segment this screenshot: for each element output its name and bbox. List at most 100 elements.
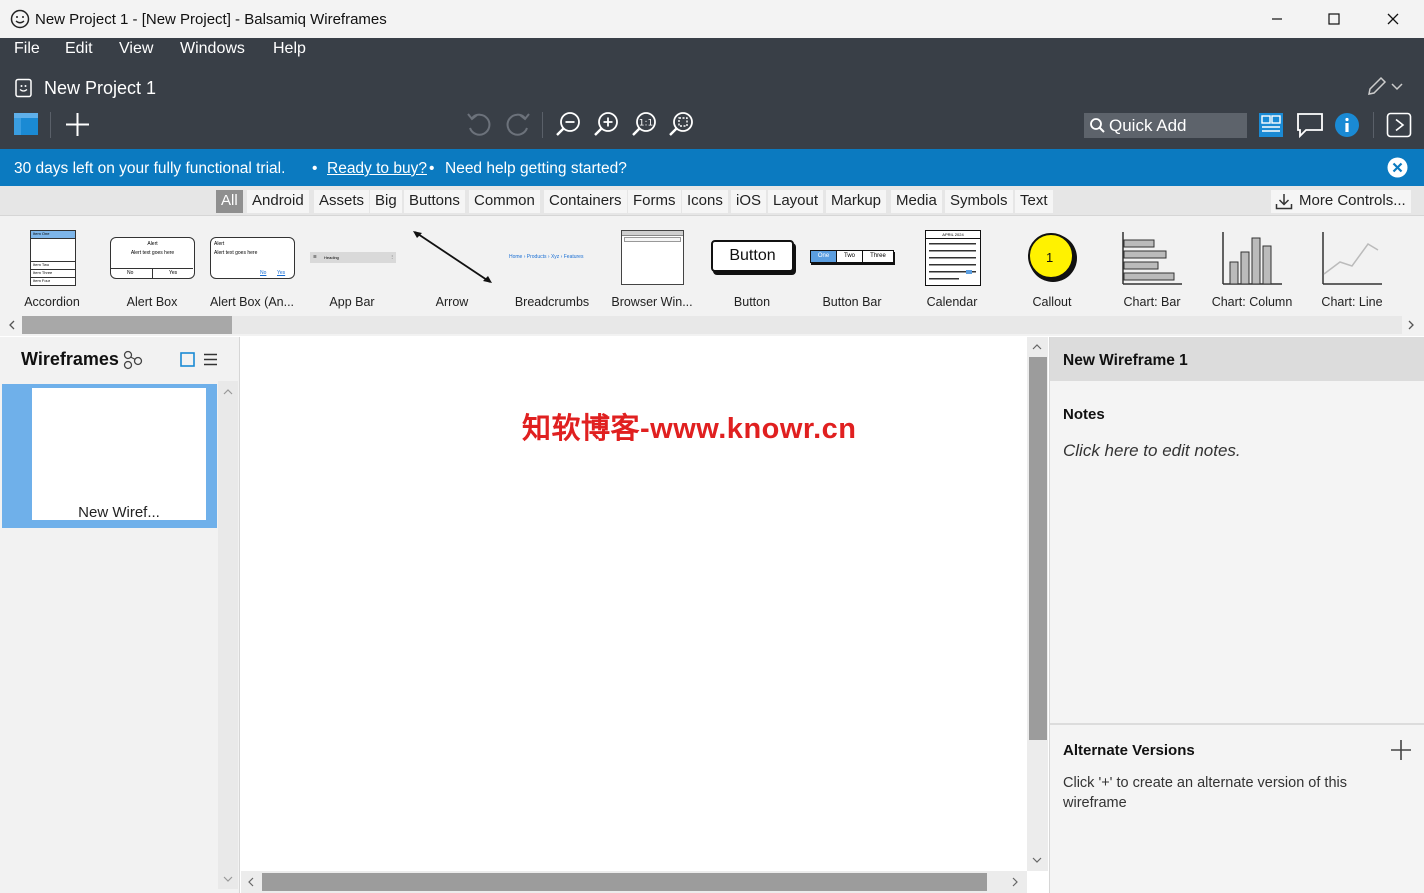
window-title: New Project 1 - [New Project] - Balsamiq… xyxy=(35,11,387,28)
accordion-item-label: Item Three xyxy=(31,270,75,278)
component-browser-window[interactable]: Browser Win... xyxy=(602,216,702,316)
button-preview: Button xyxy=(711,240,794,272)
close-banner-icon[interactable] xyxy=(1387,157,1408,178)
alert-box-android-preview: Alert Alert text goes here No Yes xyxy=(210,237,295,279)
properties-header: New Wireframe 1 xyxy=(1050,337,1424,381)
alert-text: Alert text goes here xyxy=(214,250,258,256)
maximize-button[interactable] xyxy=(1305,0,1363,38)
component-label: App Bar xyxy=(329,295,375,309)
undo-icon[interactable] xyxy=(464,110,494,140)
category-all[interactable]: All xyxy=(216,190,243,213)
add-alternate-icon[interactable] xyxy=(1390,739,1412,761)
component-breadcrumbs[interactable]: Home › Products › Xyz › Features Breadcr… xyxy=(502,216,602,316)
thumbnail-view-icon[interactable] xyxy=(180,352,195,367)
zoom-fit-icon[interactable] xyxy=(667,110,695,138)
menu-windows[interactable]: Windows xyxy=(180,40,245,58)
menu-view[interactable]: View xyxy=(119,40,153,58)
canvas-horizontal-scrollbar-thumb[interactable] xyxy=(262,873,987,891)
accordion-preview: Item One Item Two Item Three Item Four xyxy=(30,230,76,286)
component-accordion[interactable]: Item One Item Two Item Three Item Four A… xyxy=(2,216,102,316)
menu-edit[interactable]: Edit xyxy=(65,40,93,58)
scroll-down-icon[interactable] xyxy=(223,875,233,883)
zoom-out-icon[interactable] xyxy=(554,110,582,138)
component-calendar[interactable]: APRIL 2024 Calendar xyxy=(902,216,1002,316)
close-window-button[interactable] xyxy=(1364,0,1422,38)
component-arrow[interactable]: Arrow xyxy=(402,216,502,316)
category-android[interactable]: Android xyxy=(247,190,309,213)
project-icon xyxy=(15,78,32,98)
library-scrollbar-thumb[interactable] xyxy=(22,316,232,334)
link-tree-icon[interactable] xyxy=(122,350,144,370)
more-controls-button[interactable]: More Controls... xyxy=(1271,190,1411,213)
wireframe-name[interactable]: New Wireframe 1 xyxy=(1063,352,1188,370)
edit-project-icon[interactable] xyxy=(1366,76,1406,98)
category-forms[interactable]: Forms xyxy=(628,190,681,213)
category-big[interactable]: Big xyxy=(370,190,402,213)
list-view-icon[interactable] xyxy=(203,352,218,367)
wireframes-scrollbar[interactable] xyxy=(218,381,238,889)
category-containers[interactable]: Containers xyxy=(544,190,627,213)
svg-text:1:1: 1:1 xyxy=(639,119,653,129)
calendar-preview: APRIL 2024 xyxy=(925,230,981,286)
scroll-down-icon[interactable] xyxy=(1032,856,1042,864)
callout-number: 1 xyxy=(1046,250,1054,265)
chart-line-preview xyxy=(1322,232,1382,285)
trial-message: 30 days left on your fully functional tr… xyxy=(14,160,286,177)
info-icon[interactable] xyxy=(1334,112,1360,138)
app-bar-heading: Heading xyxy=(324,255,339,260)
category-layout[interactable]: Layout xyxy=(768,190,824,213)
add-icon[interactable] xyxy=(64,111,91,138)
wireframe-thumbnail: New Wiref... xyxy=(32,388,206,521)
wireframe-canvas[interactable]: 知软博客-www.knowr.cn xyxy=(241,337,1027,872)
quick-add-input[interactable]: Quick Add xyxy=(1084,113,1247,138)
ui-library-icon[interactable] xyxy=(1258,112,1284,138)
category-buttons[interactable]: Buttons xyxy=(404,190,465,213)
category-text[interactable]: Text xyxy=(1015,190,1053,213)
wireframe-thumbnail-selected[interactable]: New Wiref... xyxy=(2,384,217,528)
scroll-left-icon[interactable] xyxy=(247,877,255,887)
presentation-mode-icon[interactable] xyxy=(1386,112,1412,138)
button-bar-preview: One Two Three xyxy=(810,250,894,263)
menu-file[interactable]: File xyxy=(14,40,40,58)
scroll-right-icon[interactable] xyxy=(1406,319,1416,331)
category-icons[interactable]: Icons xyxy=(682,190,728,213)
trial-separator: • xyxy=(312,160,318,177)
component-callout[interactable]: 1 Callout xyxy=(1002,216,1102,316)
category-ios[interactable]: iOS xyxy=(731,190,767,213)
component-button[interactable]: Button Button xyxy=(702,216,802,316)
component-chart-column[interactable]: Chart: Column xyxy=(1202,216,1302,316)
menu-help[interactable]: Help xyxy=(273,40,306,58)
watermark-text: 知软博客-www.knowr.cn xyxy=(522,413,857,445)
scroll-right-icon[interactable] xyxy=(1011,877,1019,887)
category-markup[interactable]: Markup xyxy=(826,190,887,213)
accordion-item-label: Item One xyxy=(31,231,75,239)
zoom-in-icon[interactable] xyxy=(592,110,620,138)
scroll-up-icon[interactable] xyxy=(1032,343,1042,351)
redo-icon[interactable] xyxy=(503,110,533,140)
category-assets[interactable]: Assets xyxy=(314,190,370,213)
component-app-bar[interactable]: ☰ Heading ⋮ App Bar xyxy=(302,216,402,316)
buy-link[interactable]: Ready to buy? xyxy=(327,160,427,178)
navigator-toggle-icon[interactable] xyxy=(13,112,39,136)
scroll-left-icon[interactable] xyxy=(7,319,17,331)
component-chart-line[interactable]: Chart: Line xyxy=(1302,216,1402,316)
component-chart-bar[interactable]: Chart: Bar xyxy=(1102,216,1202,316)
comments-icon[interactable] xyxy=(1296,112,1324,138)
minimize-button[interactable] xyxy=(1248,0,1306,38)
component-alert-box[interactable]: Alert Alert text goes here No Yes Alert … xyxy=(102,216,202,316)
category-common[interactable]: Common xyxy=(469,190,540,213)
help-link[interactable]: Need help getting started? xyxy=(445,160,627,178)
notes-editor[interactable]: Click here to edit notes. xyxy=(1063,441,1241,461)
component-library: Item One Item Two Item Three Item Four A… xyxy=(0,216,1424,336)
calendar-grid xyxy=(929,243,976,280)
properties-panel: New Wireframe 1 Notes Click here to edit… xyxy=(1049,337,1424,893)
component-alert-box-android[interactable]: Alert Alert text goes here No Yes Alert … xyxy=(202,216,302,316)
category-media[interactable]: Media xyxy=(891,190,942,213)
scroll-up-icon[interactable] xyxy=(223,388,233,396)
actual-size-icon[interactable]: 1:1 xyxy=(630,110,658,138)
category-symbols[interactable]: Symbols xyxy=(945,190,1013,213)
component-button-bar[interactable]: One Two Three Button Bar xyxy=(802,216,902,316)
component-label: Calendar xyxy=(926,295,978,309)
alert-yes: Yes xyxy=(169,270,178,276)
canvas-vertical-scrollbar-thumb[interactable] xyxy=(1029,357,1047,740)
